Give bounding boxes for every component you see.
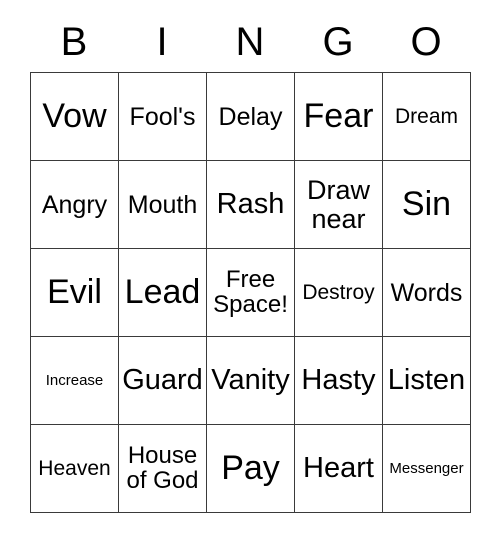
bingo-cell-label: Dream [394, 104, 458, 128]
bingo-cell[interactable]: Guard [119, 337, 207, 425]
bingo-cell-label: Listen [387, 364, 466, 397]
bingo-cell[interactable]: Increase [31, 337, 119, 425]
bingo-cell-label: Delay [218, 102, 283, 131]
bingo-cell-label: Lead [124, 272, 201, 311]
bingo-cell[interactable]: Delay [207, 73, 295, 161]
bingo-grid: Vow Fool's Delay Fear Dream Angry Mouth … [30, 72, 471, 513]
bingo-cell[interactable]: Lead [119, 249, 207, 337]
bingo-cell[interactable]: Hasty [295, 337, 383, 425]
bingo-cell[interactable]: Destroy [295, 249, 383, 337]
bingo-cell-label: Vanity [211, 364, 290, 397]
bingo-cell-label: House of God [126, 441, 199, 494]
bingo-cell[interactable]: Fool's [119, 73, 207, 161]
bingo-cell[interactable]: Dream [383, 73, 471, 161]
bingo-cell[interactable]: Rash [207, 161, 295, 249]
bingo-header-letter-n: N [235, 20, 265, 64]
bingo-row: Increase Guard Vanity Hasty Listen [31, 337, 471, 425]
bingo-row: Evil Lead Free Space! Destroy Words [31, 249, 471, 337]
bingo-cell-label: Mouth [127, 190, 198, 219]
bingo-cell[interactable]: Heaven [31, 425, 119, 513]
bingo-header-letter-g: G [322, 20, 354, 64]
bingo-cell[interactable]: Words [383, 249, 471, 337]
bingo-header-letter-b: B [60, 20, 88, 64]
bingo-cell-label: Rash [216, 188, 285, 221]
bingo-cell[interactable]: Pay [207, 425, 295, 513]
bingo-cell[interactable]: Vanity [207, 337, 295, 425]
bingo-cell[interactable]: Mouth [119, 161, 207, 249]
bingo-cell[interactable]: Draw near [295, 161, 383, 249]
bingo-cell[interactable]: Evil [31, 249, 119, 337]
bingo-cell-label: Vow [42, 96, 107, 135]
bingo-cell-label: Increase [45, 371, 104, 389]
bingo-row: Vow Fool's Delay Fear Dream [31, 73, 471, 161]
bingo-cell-label: Heaven [38, 456, 111, 480]
bingo-cell-label: Free Space! [213, 265, 288, 318]
bingo-cell[interactable]: House of God [119, 425, 207, 513]
bingo-header-row: B I N G O [30, 12, 470, 72]
bingo-row: Angry Mouth Rash Draw near Sin [31, 161, 471, 249]
bingo-cell[interactable]: Sin [383, 161, 471, 249]
bingo-cell[interactable]: Angry [31, 161, 119, 249]
bingo-cell-free-space[interactable]: Free Space! [207, 249, 295, 337]
bingo-cell-label: Sin [401, 184, 452, 223]
bingo-cell-label: Destroy [302, 280, 375, 304]
bingo-cell-label: Guard [122, 364, 203, 397]
bingo-cell[interactable]: Heart [295, 425, 383, 513]
bingo-row: Heaven House of God Pay Heart Messenger [31, 425, 471, 513]
bingo-cell[interactable]: Listen [383, 337, 471, 425]
bingo-card: B I N G O Vow Fool's Delay Fear Dream An… [30, 12, 471, 513]
bingo-cell[interactable]: Messenger [383, 425, 471, 513]
bingo-cell[interactable]: Vow [31, 73, 119, 161]
bingo-cell-label: Fear [303, 96, 374, 135]
bingo-cell-label: Messenger [389, 459, 464, 477]
bingo-cell-label: Draw near [306, 175, 370, 234]
bingo-cell-label: Fool's [129, 102, 196, 131]
bingo-cell-label: Hasty [301, 364, 376, 397]
bingo-cell-label: Angry [41, 190, 108, 219]
bingo-cell-label: Pay [221, 448, 280, 487]
bingo-cell-label: Heart [303, 452, 374, 485]
bingo-header-letter-o: O [410, 20, 442, 64]
bingo-cell-label: Words [390, 278, 463, 307]
bingo-cell-label: Evil [47, 272, 102, 311]
bingo-header-letter-i: I [156, 20, 168, 64]
bingo-cell[interactable]: Fear [295, 73, 383, 161]
